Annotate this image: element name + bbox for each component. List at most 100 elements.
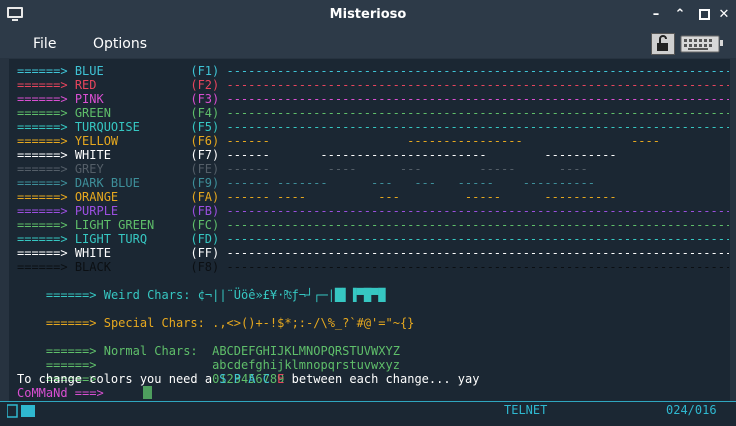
color-name: GREY	[74, 162, 104, 176]
function-key: (F9)	[190, 176, 220, 190]
letter-p: P	[233, 372, 241, 386]
color-name: GREEN	[74, 106, 111, 120]
arrow: ======>	[17, 106, 68, 120]
weird-chars: ¢¬||¨Üöê»£¥·₧ƒ¬┘┌─|█▌▐▀█▀█	[197, 288, 386, 302]
special-chars-line: ======> Special Chars: .,<>()+-!$*;:-/\%…	[17, 302, 415, 330]
color-bar: ------ ---- --- ----- ----------	[226, 190, 617, 204]
color-bar: ----------------------------------------…	[226, 260, 729, 274]
function-key: (FC)	[190, 218, 220, 232]
color-name: YELLOW	[74, 134, 119, 148]
function-key: (FE)	[190, 162, 220, 176]
color-bar: ------ ---- --- ----- ----	[226, 162, 588, 176]
letter-a: A	[248, 372, 256, 386]
digits-line: ======> 0123456789	[17, 358, 284, 386]
color-line-white: ======> WHITE (F7) ------ --------------…	[17, 148, 729, 162]
color-bar: ----------------------------------------…	[226, 246, 729, 260]
lock-icon[interactable]	[651, 33, 675, 55]
color-line-black: ======> BLACK (F8) ---------------------…	[17, 260, 729, 274]
arrow: ======>	[17, 148, 68, 162]
normal-chars-line: ======> Normal Chars: ABCDEFGHIJKLMNOPQR…	[17, 330, 400, 358]
arrow: ======>	[17, 176, 68, 190]
status-bar	[0, 401, 736, 426]
function-key: (F2)	[190, 78, 220, 92]
color-bar: ----------------------------------------…	[226, 64, 729, 78]
function-key: (F6)	[190, 134, 220, 148]
arrow: ======>	[17, 218, 68, 232]
minimize-icon[interactable]: –	[648, 7, 664, 23]
function-key: (F7)	[190, 148, 220, 162]
color-line-turquoise: ======> TURQUOISE (F5) -----------------…	[17, 120, 729, 134]
arrow: ======>	[17, 204, 68, 218]
command-prompt: CoMMaNd ===>	[17, 386, 104, 400]
close-icon[interactable]: ✕	[716, 7, 732, 23]
color-name: LIGHT TURQ	[74, 232, 148, 246]
function-key: (FF)	[190, 246, 220, 260]
color-line-pink: ======> PINK (F3) ----------------------…	[17, 92, 729, 106]
menu-file[interactable]: File	[33, 36, 56, 52]
color-line-yellow: ======> YELLOW (F6) ------ -------------…	[17, 134, 729, 148]
app-window: Misterioso – ⌃ ✕ File Options ======> BL…	[0, 0, 736, 426]
menu-options[interactable]: Options	[93, 36, 147, 52]
color-bar: ------ ------- --- --- ----- ----------	[226, 176, 595, 190]
color-bar: ----------------------------------------…	[226, 232, 729, 246]
letter-c: C	[262, 372, 270, 386]
function-key: (F8)	[190, 260, 220, 274]
color-bar: ----------------------------------------…	[226, 204, 729, 218]
color-line-white: ======> WHITE (FF) ---------------------…	[17, 246, 729, 260]
color-bar: ----------------------------------------…	[226, 120, 729, 134]
color-name: LIGHT GREEN	[74, 218, 155, 232]
arrow: ======>	[17, 260, 68, 274]
text-cursor	[143, 386, 152, 399]
color-line-grey: ======> GREY (FE) ------ ---- --- ----- …	[17, 162, 729, 176]
lowercase-line: ======> abcdefghijklmnopqrstuvwxyz	[17, 344, 400, 372]
weird-chars-line: ======> Weird Chars: ¢¬||¨Üöê»£¥·₧ƒ¬┘┌─|…	[17, 274, 386, 302]
arrow: ======>	[17, 232, 68, 246]
special-chars-label: Special Chars:	[103, 316, 205, 330]
function-key: (F3)	[190, 92, 220, 106]
color-line-dark-blue: ======> DARK BLUE (F9) ------ ------- --…	[17, 176, 729, 190]
menu-bar: File Options	[0, 30, 736, 58]
arrow: ======>	[45, 288, 97, 302]
color-bar: ------ ----------------------- ---------…	[226, 148, 617, 162]
color-name: BLUE	[74, 64, 104, 78]
color-name: DARK BLUE	[74, 176, 140, 190]
color-bar: ----------------------------------------…	[226, 92, 729, 106]
color-line-green: ======> GREEN (F4) ---------------------…	[17, 106, 729, 120]
color-line-purple: ======> PURPLE (FB) --------------------…	[17, 204, 729, 218]
window-title: Misterioso	[329, 7, 407, 22]
color-line-light-green: ======> LIGHT GREEN (FC) ---------------…	[17, 218, 729, 232]
function-key: (FD)	[190, 232, 220, 246]
color-bar: ------ ---------------- ----	[226, 134, 660, 148]
connection-mode: TELNET	[504, 403, 548, 417]
color-name: WHITE	[74, 246, 111, 260]
color-line-red: ======> RED (F2) -----------------------…	[17, 78, 729, 92]
function-key: (F5)	[190, 120, 220, 134]
space-instruction-line: To change colors you need a S P A C E be…	[17, 372, 479, 386]
color-name: TURQUOISE	[74, 120, 140, 134]
arrow: ======>	[17, 64, 68, 78]
arrow: ======>	[17, 92, 68, 106]
maximize-icon[interactable]	[696, 7, 712, 23]
color-name: WHITE	[74, 148, 111, 162]
arrow: ======>	[17, 162, 68, 176]
color-name: PURPLE	[74, 204, 119, 218]
color-bar: ----------------------------------------…	[226, 218, 729, 232]
restore-icon[interactable]: ⌃	[672, 7, 688, 23]
instruction-prefix: To change colors you need a	[17, 372, 220, 386]
weird-chars-label: Weird Chars:	[103, 288, 191, 302]
letter-s: S	[219, 372, 227, 386]
keyboard-icon[interactable]	[680, 33, 724, 55]
color-bar: ----------------------------------------…	[226, 106, 729, 120]
color-name: BLACK	[74, 260, 111, 274]
function-key: (FA)	[190, 190, 220, 204]
color-line-light-turq: ======> LIGHT TURQ (FD) ----------------…	[17, 232, 729, 246]
function-key: (FB)	[190, 204, 220, 218]
function-key: (F4)	[190, 106, 220, 120]
color-name: PINK	[74, 92, 104, 106]
arrow: ======>	[17, 190, 68, 204]
function-key: (F1)	[190, 64, 220, 78]
session-icon	[7, 404, 35, 418]
cursor-position: 024/016	[666, 403, 717, 417]
arrow: ======>	[45, 316, 97, 330]
arrow: ======>	[17, 134, 68, 148]
